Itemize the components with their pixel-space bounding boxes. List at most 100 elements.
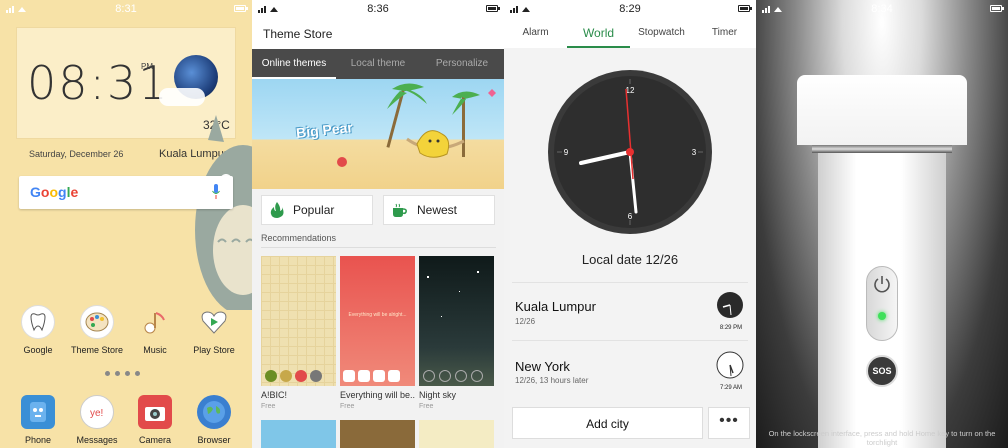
tab-stopwatch[interactable]: Stopwatch <box>630 18 693 48</box>
page-indicator <box>105 371 140 376</box>
beach-illustration <box>337 83 496 167</box>
google-search-bar[interactable]: Google <box>19 176 233 209</box>
microphone-icon[interactable] <box>212 184 220 200</box>
dial-number-6: 6 <box>628 212 633 221</box>
theme-price: Free <box>340 403 355 410</box>
theme-tabs: Online themes Local theme Personalize <box>252 49 504 79</box>
mini-clock-light <box>716 351 744 379</box>
theme-price: Free <box>261 403 276 410</box>
divider <box>261 247 496 248</box>
status-time: 8:29 <box>619 3 641 15</box>
status-led <box>878 312 886 320</box>
app-music[interactable]: Music <box>127 305 183 355</box>
newest-button[interactable]: Newest <box>383 195 495 225</box>
battery-icon <box>738 5 752 12</box>
theme-thumb-everything[interactable]: Everything will be alright... <box>340 256 415 386</box>
power-toggle[interactable] <box>866 266 898 341</box>
theme-store-screen: 8:36 Theme Store Online themes Local the… <box>252 0 504 448</box>
theme-icons-preview <box>265 370 322 382</box>
theme-icons-preview <box>343 370 400 382</box>
city-name[interactable]: New York <box>515 359 570 374</box>
analog-clock: 12 3 6 9 <box>548 70 712 234</box>
theme-overlay-text: Everything will be alright... <box>348 312 407 318</box>
more-options-button[interactable]: ••• <box>708 407 750 439</box>
battery-icon <box>990 5 1004 12</box>
app-label: Messages <box>76 435 118 445</box>
tab-alarm[interactable]: Alarm <box>504 18 567 48</box>
status-bar: 8:34 <box>756 0 1008 18</box>
theme-name: A!BIC! <box>261 390 288 400</box>
theme-icons-preview <box>423 370 483 382</box>
popular-label: Popular <box>293 203 335 217</box>
app-label: Camera <box>138 435 171 445</box>
widget-ampm: PM <box>141 62 153 71</box>
mini-clock-dark <box>717 292 743 318</box>
camera-icon <box>138 395 172 429</box>
city-date: 12/26, 13 hours later <box>515 376 589 385</box>
home-screen: 8:31 08:31 PM 32°C Saturday, December 26… <box>0 0 252 448</box>
app-phone[interactable]: Phone <box>10 395 66 445</box>
theme-price: Free <box>419 403 434 410</box>
recommendations-heading: Recommendations <box>261 233 337 243</box>
battery-icon <box>486 5 500 12</box>
popular-button[interactable]: Popular <box>261 195 373 225</box>
svg-text:ye!: ye! <box>90 408 103 419</box>
flame-icon <box>270 202 284 218</box>
tooth-icon <box>21 305 55 339</box>
clock-tabs: Alarm World Stopwatch Timer <box>504 18 756 48</box>
app-label: Play Store <box>193 345 235 355</box>
city-date: 12/26 <box>515 317 536 326</box>
status-time: 8:36 <box>367 3 389 15</box>
play-heart-icon <box>197 305 231 339</box>
globe-icon <box>197 395 231 429</box>
app-label: Music <box>143 345 167 355</box>
tab-personalize[interactable]: Personalize <box>420 49 504 79</box>
local-date: Local date 12/26 <box>581 252 679 267</box>
flashlight-head <box>797 75 967 145</box>
city-time: 8:29 PM <box>719 325 743 331</box>
app-label: Phone <box>24 435 52 445</box>
theme-name: Everything will be... <box>340 390 415 400</box>
app-camera[interactable]: Camera <box>127 395 183 445</box>
city-name[interactable]: Kuala Lumpur <box>515 299 596 314</box>
status-bar: 8:29 <box>504 0 756 18</box>
status-time: 8:34 <box>871 3 893 15</box>
city-time: 7:29 AM <box>719 385 742 391</box>
newest-label: Newest <box>417 203 458 217</box>
widget-date: Saturday, December 26 <box>29 149 124 159</box>
featured-banner[interactable]: Big Pear <box>252 79 504 189</box>
app-play-store[interactable]: Play Store <box>186 305 242 355</box>
app-google[interactable]: Google <box>10 305 66 355</box>
app-label: Google <box>23 345 53 355</box>
music-note-icon <box>138 305 172 339</box>
divider <box>512 282 748 283</box>
theme-thumb-next[interactable] <box>340 420 415 448</box>
message-bubble-icon: ye! <box>80 395 114 429</box>
theme-thumb-next[interactable] <box>261 420 336 448</box>
battery-icon <box>234 5 248 12</box>
cloud-icon <box>159 88 205 106</box>
totoro-wallpaper-icon <box>195 115 252 310</box>
app-messages[interactable]: ye! Messages <box>69 395 125 445</box>
tab-world[interactable]: World <box>567 18 630 48</box>
theme-thumb-night-sky[interactable] <box>419 256 494 386</box>
theme-name: Night sky <box>419 390 457 400</box>
divider <box>512 340 748 341</box>
theme-thumb-next[interactable] <box>419 420 494 448</box>
palette-icon <box>80 305 114 339</box>
world-clock-screen: 8:29 Alarm World Stopwatch Timer 12 3 6 … <box>504 0 756 448</box>
dial-number-9: 9 <box>564 148 569 157</box>
app-browser[interactable]: Browser <box>186 395 242 445</box>
tab-local-theme[interactable]: Local theme <box>336 49 420 79</box>
app-theme-store[interactable]: Theme Store <box>69 305 125 355</box>
tab-online-themes[interactable]: Online themes <box>252 49 336 79</box>
power-icon <box>874 276 890 293</box>
theme-thumb-abic[interactable] <box>261 256 336 386</box>
tab-timer[interactable]: Timer <box>693 18 756 48</box>
sos-button[interactable]: SOS <box>866 355 898 387</box>
flashlight-ring <box>812 145 952 153</box>
dial-number-3: 3 <box>692 148 697 157</box>
add-city-button[interactable]: Add city <box>512 407 703 439</box>
google-logo: Google <box>30 184 79 200</box>
app-label: Theme Store <box>70 345 124 355</box>
